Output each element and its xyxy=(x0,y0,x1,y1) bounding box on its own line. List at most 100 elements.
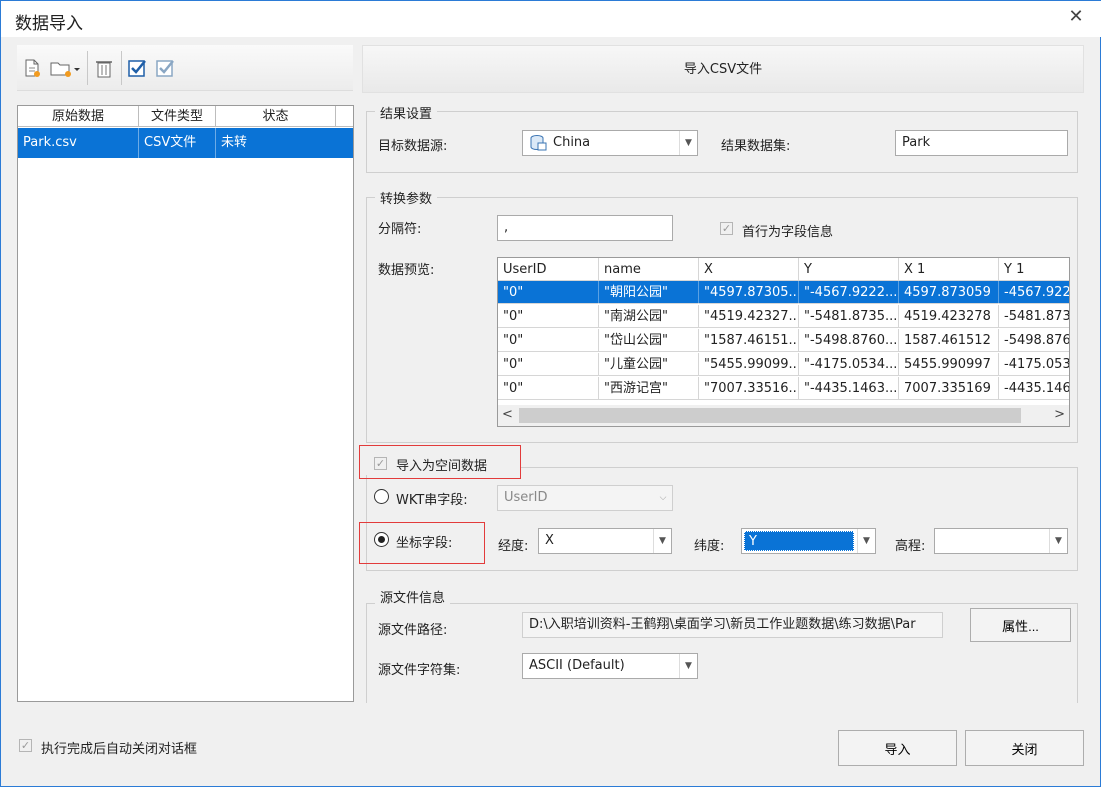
grid-cell: "7007.33516... xyxy=(699,377,799,400)
grid-column-header[interactable]: Y xyxy=(799,258,899,281)
file-status-cell: 未转 xyxy=(221,135,248,150)
chevron-down-icon[interactable]: ▼ xyxy=(1049,529,1067,553)
grid-row[interactable]: "0" "西游记宫" "7007.33516... "-4435.1463...… xyxy=(498,377,1070,400)
source-path-field[interactable]: D:\入职培训资料-王鹤翔\桌面学习\新员工作业题数据\练习数据\Par xyxy=(522,612,943,638)
file-name-cell: Park.csv xyxy=(18,128,139,158)
data-preview-grid[interactable]: UserID name X Y X 1 Y 1 "0" "朝阳公园" "4597… xyxy=(497,257,1070,427)
wkt-field-value: UserID xyxy=(504,490,548,505)
grid-column-header[interactable]: name xyxy=(599,258,699,281)
grid-column-header[interactable]: Y 1 xyxy=(999,258,1069,281)
window-title: 数据导入 xyxy=(15,14,83,34)
first-row-field-label: 首行为字段信息 xyxy=(742,225,834,240)
grid-cell: 4519.423278 xyxy=(899,305,999,328)
target-datasource-value: China xyxy=(553,135,591,150)
file-toolbar xyxy=(17,45,353,91)
result-dataset-label: 结果数据集: xyxy=(721,139,791,154)
file-list-header: 原始数据 文件类型 状态 xyxy=(18,106,353,127)
column-header[interactable]: 原始数据 xyxy=(18,106,139,127)
grid-column-header[interactable]: X 1 xyxy=(899,258,999,281)
grid-cell: "南湖公园" xyxy=(599,305,699,328)
grid-cell: "岱山公园" xyxy=(599,329,699,352)
result-settings-legend: 结果设置 xyxy=(375,103,438,122)
grid-cell: 1587.461512 xyxy=(899,329,999,352)
grid-cell: "0" xyxy=(498,281,599,304)
scroll-thumb[interactable] xyxy=(519,408,1021,423)
chevron-down-icon[interactable]: ▼ xyxy=(679,131,697,155)
grid-cell: "-4175.0534... xyxy=(799,353,899,376)
grid-cell: "朝阳公园" xyxy=(599,281,699,304)
data-import-dialog: 数据导入 ✕ 原始数据 文件类型 状态 Park.csv CSV文件 未转 导入… xyxy=(0,0,1101,787)
close-icon[interactable]: ✕ xyxy=(1066,7,1086,27)
separator-input[interactable]: , xyxy=(497,215,673,241)
grid-cell: "0" xyxy=(498,305,599,328)
import-type-banner: 导入CSV文件 xyxy=(362,45,1084,93)
source-charset-combo[interactable]: ASCII (Default) ▼ xyxy=(522,653,698,679)
file-list-row[interactable]: Park.csv CSV文件 未转 xyxy=(18,128,353,158)
latitude-value: Y xyxy=(744,531,854,551)
longitude-label: 经度: xyxy=(498,539,529,554)
scroll-left-icon[interactable]: < xyxy=(502,407,513,422)
result-dataset-input[interactable]: Park xyxy=(895,130,1068,156)
longitude-combo[interactable]: X ▼ xyxy=(538,528,672,554)
highlight-box xyxy=(359,522,485,564)
column-header[interactable]: 状态 xyxy=(216,106,336,127)
chevron-down-icon[interactable]: ▼ xyxy=(679,654,697,678)
import-button[interactable]: 导入 xyxy=(838,730,957,766)
grid-column-header[interactable]: UserID xyxy=(498,258,599,281)
grid-cell: "-4435.1463... xyxy=(799,377,899,400)
grid-cell: "-5481.8735... xyxy=(799,305,899,328)
grid-cell: "4597.87305... xyxy=(699,281,799,304)
data-preview-label: 数据预览: xyxy=(378,263,435,278)
grid-cell: "西游记宫" xyxy=(599,377,699,400)
file-list[interactable]: 原始数据 文件类型 状态 Park.csv CSV文件 未转 xyxy=(17,105,354,702)
grid-cell: -5481.873 xyxy=(1004,309,1070,324)
select-invert-icon[interactable] xyxy=(155,57,177,79)
grid-header-row: UserID name X Y X 1 Y 1 xyxy=(498,258,1069,281)
grid-row[interactable]: "0" "儿童公园" "5455.99099... "-4175.0534...… xyxy=(498,353,1070,376)
target-datasource-combo[interactable]: China ▼ xyxy=(522,130,698,156)
chevron-down-icon[interactable]: ▼ xyxy=(857,529,875,553)
properties-button[interactable]: 属性... xyxy=(970,608,1071,642)
wkt-field-combo[interactable]: UserID ⌵ xyxy=(497,485,673,511)
grid-cell: "1587.46151... xyxy=(699,329,799,352)
delete-icon[interactable] xyxy=(93,57,115,79)
source-path-label: 源文件路径: xyxy=(378,623,448,638)
grid-cell: "0" xyxy=(498,377,599,400)
grid-column-header[interactable]: X xyxy=(699,258,799,281)
grid-cell: "-4567.9222... xyxy=(799,281,899,304)
chevron-down-icon[interactable]: ⌵ xyxy=(654,486,672,510)
grid-cell: "0" xyxy=(498,329,599,352)
elevation-combo[interactable]: ▼ xyxy=(934,528,1068,554)
chevron-down-icon[interactable]: ▼ xyxy=(653,529,671,553)
grid-cell: -4175.053 xyxy=(1004,357,1070,372)
grid-cell: "5455.99099... xyxy=(699,353,799,376)
grid-cell: 7007.335169 xyxy=(899,377,999,400)
convert-params-legend: 转换参数 xyxy=(375,188,438,207)
add-folder-icon[interactable] xyxy=(49,57,81,79)
grid-cell: "儿童公园" xyxy=(599,353,699,376)
auto-close-checkbox[interactable]: ✓ xyxy=(19,739,32,752)
target-datasource-label: 目标数据源: xyxy=(378,139,448,154)
scroll-right-icon[interactable]: > xyxy=(1054,407,1065,422)
source-charset-value: ASCII (Default) xyxy=(529,658,625,673)
first-row-field-checkbox[interactable]: ✓ xyxy=(720,222,733,235)
grid-row[interactable]: "0" "南湖公园" "4519.42327... "-5481.8735...… xyxy=(498,305,1070,328)
horizontal-scrollbar[interactable]: < > xyxy=(498,405,1069,426)
latitude-combo[interactable]: Y ▼ xyxy=(741,528,876,554)
grid-cell: 5455.990997 xyxy=(899,353,999,376)
column-header[interactable]: 文件类型 xyxy=(139,106,216,127)
grid-cell: "-5498.8760... xyxy=(799,329,899,352)
select-all-icon[interactable] xyxy=(127,57,149,79)
wkt-field-radio[interactable] xyxy=(374,489,389,504)
file-type-cell: CSV文件 xyxy=(139,128,216,158)
grid-cell: -4435.146 xyxy=(1004,381,1070,396)
separator-label: 分隔符: xyxy=(378,222,422,237)
close-button[interactable]: 关闭 xyxy=(965,730,1084,766)
grid-cell: -4567.922 xyxy=(1004,285,1070,300)
grid-row[interactable]: "0" "岱山公园" "1587.46151... "-5498.8760...… xyxy=(498,329,1069,352)
grid-cell: 4597.873059 xyxy=(899,281,999,304)
grid-row[interactable]: "0" "朝阳公园" "4597.87305... "-4567.9222...… xyxy=(498,281,1070,304)
grid-cell: "4519.42327... xyxy=(699,305,799,328)
new-file-icon[interactable] xyxy=(21,57,43,79)
datasource-icon xyxy=(529,135,547,155)
